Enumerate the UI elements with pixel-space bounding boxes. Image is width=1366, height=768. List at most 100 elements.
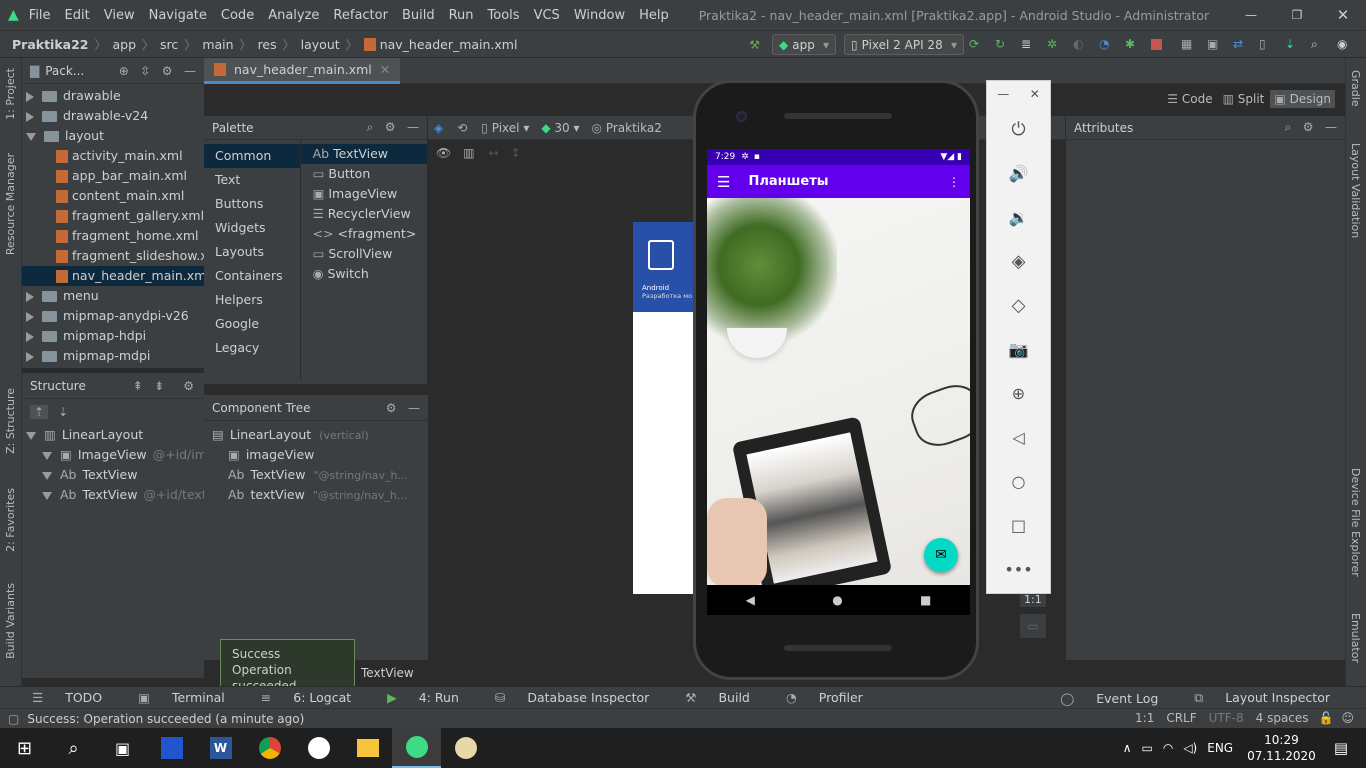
notifications-icon[interactable]: ▤: [1334, 739, 1348, 757]
emulator-screen[interactable]: 7:29 ✲ ▪ ▼◢ ▮ ☰ Планшеты ⋮ ✉: [707, 149, 970, 585]
rerun-icon[interactable]: ⟳: [969, 37, 985, 53]
apply-changes-icon[interactable]: ↻: [995, 37, 1011, 53]
tool-build[interactable]: ⚒ Build: [685, 690, 768, 705]
tool-window-emulator[interactable]: Emulator: [1349, 613, 1362, 663]
project-structure-icon[interactable]: ▦: [1181, 37, 1197, 53]
hamburger-menu-icon[interactable]: ☰: [717, 173, 730, 191]
palette-category-widgets[interactable]: Widgets: [204, 216, 300, 240]
palette-category-helpers[interactable]: Helpers: [204, 288, 300, 312]
tool-window-gradle[interactable]: Gradle: [1349, 70, 1362, 107]
search-taskbar-icon[interactable]: ⌕: [49, 728, 98, 768]
breadcrumb-item[interactable]: src: [160, 37, 178, 52]
breadcrumb-item[interactable]: main: [202, 37, 233, 52]
expand-arrow-icon[interactable]: [26, 132, 36, 141]
tool-terminal[interactable]: ▣ Terminal: [138, 690, 243, 705]
menu-navigate[interactable]: Navigate: [149, 8, 207, 23]
home-button[interactable]: ○: [987, 459, 1050, 503]
structure-item[interactable]: Ab TextView @+id/textVie: [22, 485, 226, 505]
network-icon[interactable]: ◠: [1163, 741, 1173, 755]
expand-arrow-icon[interactable]: [26, 291, 34, 302]
palette-item[interactable]: Ab TextView: [300, 144, 427, 164]
palette-category-containers[interactable]: Containers: [204, 264, 300, 288]
debug-icon[interactable]: ✲: [1047, 37, 1063, 53]
indent-setting[interactable]: 4 spaces: [1256, 711, 1309, 725]
status-toggle-icon[interactable]: ▢: [8, 712, 19, 726]
tree-file[interactable]: nav_header_main.xml: [22, 266, 210, 286]
expand-arrow-icon[interactable]: [42, 491, 52, 500]
file-explorer-icon[interactable]: [343, 728, 392, 768]
expand-arrow-icon[interactable]: [26, 431, 36, 440]
tree-folder[interactable]: drawable: [22, 86, 204, 106]
tab-nav-header-main[interactable]: nav_header_main.xml ✕: [204, 57, 401, 84]
zoom-button[interactable]: ⊕: [987, 371, 1050, 415]
coverage-icon[interactable]: ◐: [1073, 37, 1089, 53]
tool-database-inspector[interactable]: ⛁ Database Inspector: [495, 690, 667, 705]
structure-item[interactable]: ▥ LinearLayout: [22, 425, 204, 445]
fab-mail-button[interactable]: ✉: [924, 538, 958, 572]
avd-manager-icon[interactable]: ▣: [1207, 37, 1223, 53]
tree-folder[interactable]: layout: [22, 126, 204, 146]
menu-help[interactable]: Help: [639, 8, 669, 23]
back-nav-icon[interactable]: ◀: [746, 593, 755, 607]
api-level-select[interactable]: ◆ 30 ▾: [541, 121, 579, 135]
sdk-manager-icon[interactable]: ⇣: [1285, 37, 1301, 53]
expand-arrow-icon[interactable]: [26, 311, 34, 322]
notes-app-icon[interactable]: [294, 728, 343, 768]
component-tree-item[interactable]: Ab TextView "@string/nav_h...: [204, 465, 428, 485]
tool-todo[interactable]: ☰ TODO: [32, 690, 120, 705]
minimize-button[interactable]: —: [1228, 8, 1274, 22]
chrome-app-icon[interactable]: [245, 728, 294, 768]
maximize-button[interactable]: ❐: [1274, 8, 1320, 22]
orientation-icon[interactable]: ⟲: [457, 121, 467, 135]
screenshot-button[interactable]: 📷: [987, 327, 1050, 371]
palette-item[interactable]: ☰ RecyclerView: [301, 204, 427, 224]
tree-folder[interactable]: drawable-v24: [22, 106, 204, 126]
palette-category-google[interactable]: Google: [204, 312, 300, 336]
tray-chevron-icon[interactable]: ∧: [1123, 741, 1132, 755]
component-tree-item[interactable]: Ab textView "@string/nav_h...: [204, 485, 428, 505]
theme-select[interactable]: ◎ Praktika2: [592, 121, 662, 135]
expand-arrow-icon[interactable]: [26, 331, 34, 342]
palette-item[interactable]: ◉ Switch: [301, 264, 427, 284]
breadcrumb-item[interactable]: res: [258, 37, 277, 52]
overview-button[interactable]: □: [987, 503, 1050, 547]
rotate-right-button[interactable]: ◇: [987, 283, 1050, 327]
expand-arrow-icon[interactable]: [26, 111, 34, 122]
tree-folder[interactable]: menu: [22, 286, 204, 306]
menu-file[interactable]: File: [29, 8, 51, 23]
volume-down-button[interactable]: 🔉: [987, 195, 1050, 239]
breadcrumb-item[interactable]: app: [113, 37, 137, 52]
search-icon[interactable]: ⌕: [1311, 37, 1327, 53]
tool-window-layout-validation[interactable]: Layout Validation: [1349, 143, 1362, 238]
recents-nav-icon[interactable]: ■: [920, 593, 931, 607]
expand-arrow-icon[interactable]: [42, 451, 52, 460]
blueprint-icon[interactable]: ▥: [463, 146, 474, 160]
palette-category-text[interactable]: Text: [204, 168, 300, 192]
volume-up-button[interactable]: 🔊: [987, 151, 1050, 195]
tree-folder[interactable]: mipmap-anydpi-v26: [22, 306, 204, 326]
tree-file[interactable]: activity_main.xml: [22, 146, 204, 166]
breadcrumb-item[interactable]: Praktika22: [12, 37, 88, 52]
zoom-screen-icon[interactable]: ▭: [1020, 614, 1046, 638]
palette-item[interactable]: ▭ ScrollView: [301, 244, 427, 264]
close-button[interactable]: ✕: [1320, 6, 1366, 24]
component-tree-item[interactable]: ▣ imageView: [204, 445, 428, 465]
filter-icon[interactable]: ⇡: [30, 405, 49, 419]
palette-category-buttons[interactable]: Buttons: [204, 192, 300, 216]
back-button[interactable]: ◁: [987, 415, 1050, 459]
tool-profiler[interactable]: ◔ Profiler: [786, 690, 881, 705]
structure-item[interactable]: ▣ ImageView @+id/imag: [22, 445, 222, 465]
tool-logcat[interactable]: ≡ 6: Logcat: [261, 690, 369, 705]
run-config-select[interactable]: ◆ app ▾: [772, 34, 836, 55]
tree-file[interactable]: content_main.xml: [22, 186, 204, 206]
tool-window-structure[interactable]: Z: Structure: [4, 388, 17, 454]
breadcrumb-item[interactable]: nav_header_main.xml: [380, 37, 518, 52]
expand-arrow-icon[interactable]: [42, 471, 52, 480]
volume-icon[interactable]: ◁): [1183, 741, 1197, 755]
menu-run[interactable]: Run: [449, 8, 474, 23]
menu-tools[interactable]: Tools: [488, 8, 520, 23]
task-view-icon[interactable]: ▣: [98, 728, 147, 768]
menu-analyze[interactable]: Analyze: [268, 8, 319, 23]
file-encoding[interactable]: UTF-8: [1209, 711, 1244, 725]
home-nav-icon[interactable]: ●: [832, 593, 842, 607]
